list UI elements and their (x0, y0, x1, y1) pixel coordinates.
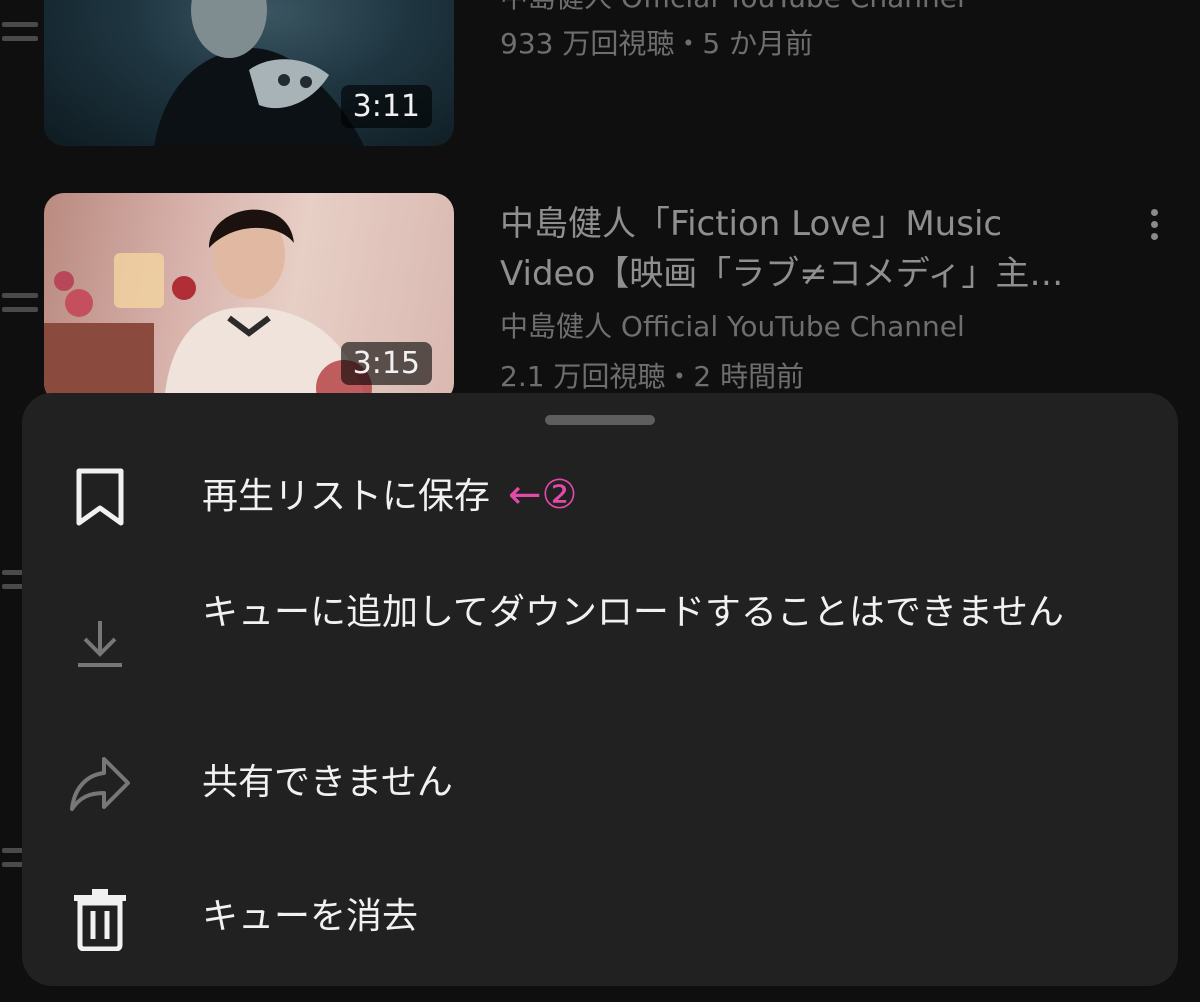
sheet-drag-handle[interactable] (545, 415, 655, 425)
trash-icon (70, 887, 130, 952)
video-duration: 3:11 (340, 85, 432, 128)
save-to-playlist-item[interactable]: 再生リストに保存 ←② (22, 461, 1178, 533)
video-meta: 2.1 万回視聴・2 時間前 (500, 360, 805, 393)
video-thumbnail[interactable]: 3:11 (44, 0, 454, 146)
share-label: 共有できません (202, 762, 453, 803)
annotation-arrow-2: ←② (508, 472, 578, 518)
video-duration: 3:15 (340, 342, 432, 385)
share-icon (70, 753, 130, 813)
video-title[interactable]: 中島健人「Fiction Love」Music Video【映画「ラブ≠コメディ… (500, 199, 1100, 299)
clear-queue-item[interactable]: キューを消去 (22, 885, 1178, 957)
action-bottom-sheet: 再生リストに保存 ←② キューに追加してダウンロードすることはできません 共有でき… (22, 393, 1178, 986)
video-channel: 中島健人 Official YouTube Channel (500, 0, 1100, 18)
bookmark-icon (70, 467, 130, 527)
drag-handle-icon[interactable] (2, 22, 38, 50)
video-channel: 中島健人 Official YouTube Channel (500, 310, 965, 343)
drag-handle-icon[interactable] (2, 293, 38, 321)
queue-download-label: キューに追加してダウンロードすることはできません (202, 592, 1064, 633)
more-options-icon[interactable] (1140, 209, 1168, 249)
clear-queue-label: キューを消去 (202, 896, 419, 937)
queue-item[interactable]: 3:15 中島健人「Fiction Love」Music Video【映画「ラブ… (0, 193, 1200, 403)
queue-download-item: キューに追加してダウンロードすることはできません (22, 583, 1178, 693)
queue-item[interactable]: 3:11 中島健人 Official YouTube Channel 933 万… (0, 0, 1200, 150)
save-to-playlist-label: 再生リストに保存 (202, 476, 491, 517)
download-icon (70, 613, 130, 673)
video-meta: 933 万回視聴・5 か月前 (500, 27, 814, 60)
share-item: 共有できません (22, 751, 1178, 821)
video-thumbnail[interactable]: 3:15 (44, 193, 454, 403)
